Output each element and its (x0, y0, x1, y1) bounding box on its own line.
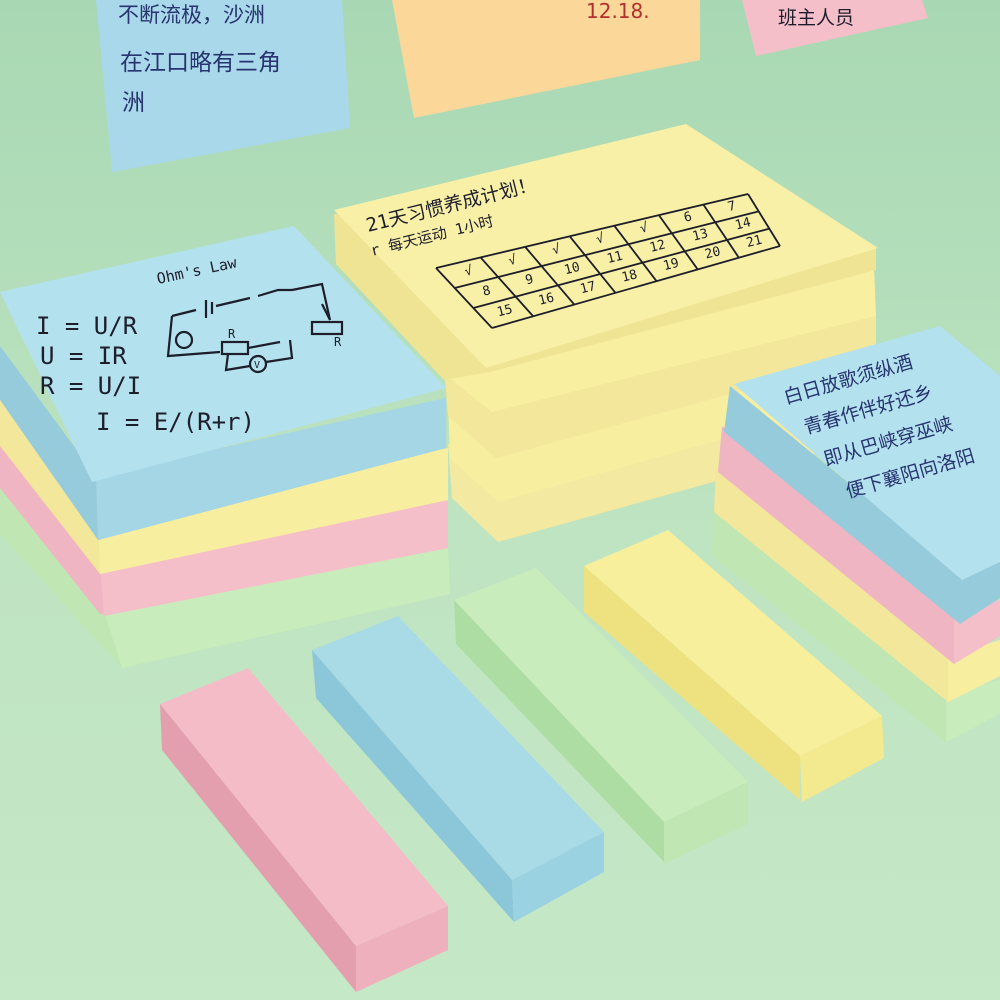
ohms-law-eq3: R = U/I (40, 372, 141, 400)
circuit-label-v: V (254, 360, 260, 371)
wall-note-blue-line3: 洲 (122, 90, 145, 116)
wall-note-pink-text: 班主人员 (778, 7, 854, 29)
wall-note-blue-line1: 不断流极，沙洲 (118, 3, 265, 27)
circuit-label-r1: R (228, 327, 236, 341)
ohms-law-eq2: U = IR (40, 342, 127, 370)
circuit-label-r2: R (334, 335, 342, 349)
ohms-law-eq4: I = E/(R+r) (96, 408, 255, 436)
photo-scene: 不断流极，沙洲 在江口略有三角 洲 12.18. 班主人员 Ohm's Law … (0, 0, 1000, 1000)
wall-note-orange-date: 12.18. (586, 0, 650, 23)
wall-note-blue-line2: 在江口略有三角 (120, 50, 281, 76)
ohms-law-eq1: I = U/R (36, 312, 138, 340)
